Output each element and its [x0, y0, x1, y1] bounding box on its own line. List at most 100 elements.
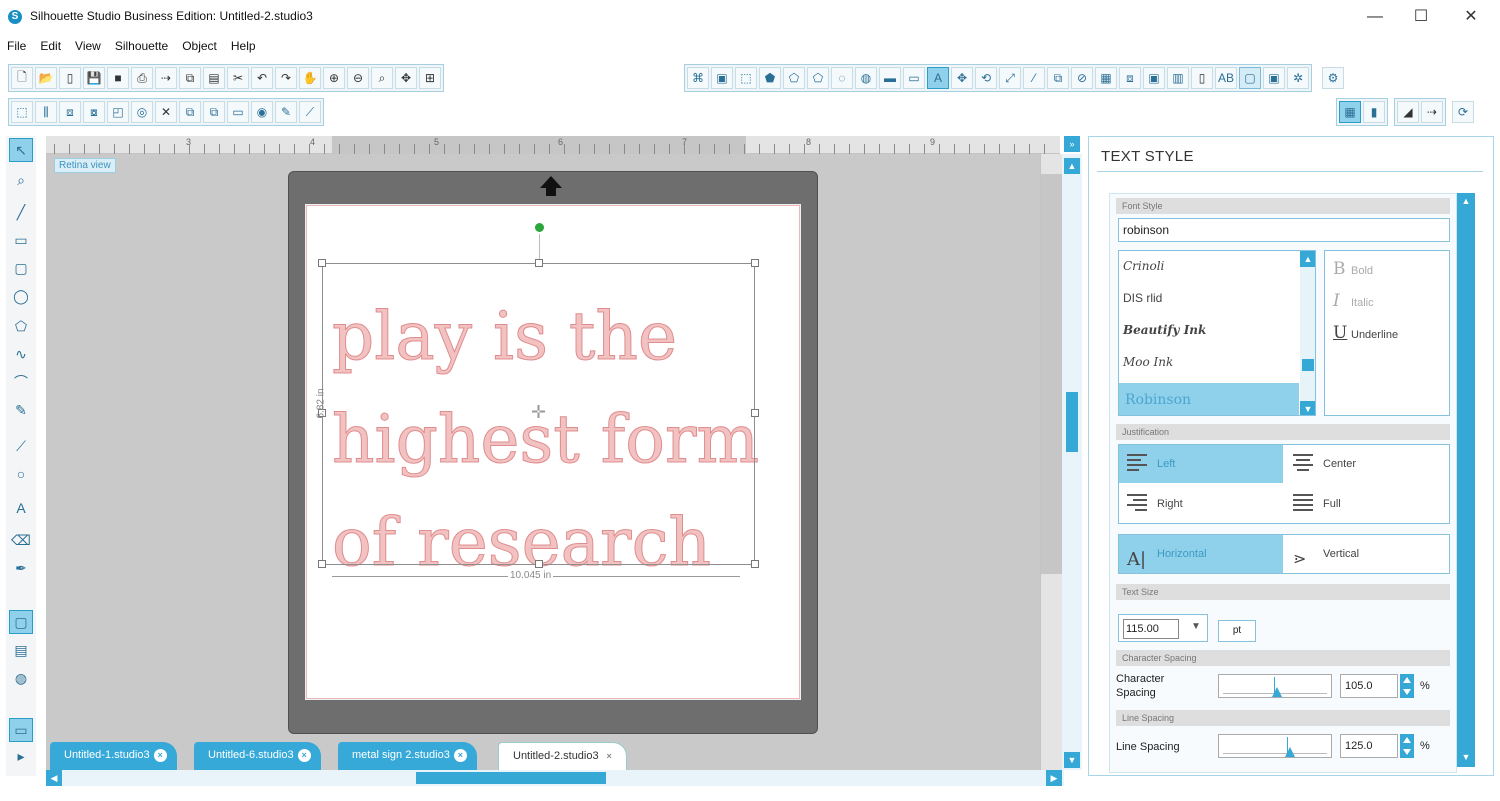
resize-handle-top-left[interactable] — [318, 259, 326, 267]
pattern-icon[interactable]: ⬠ — [807, 67, 829, 89]
rotation-handle[interactable] — [535, 223, 544, 232]
release-compound-icon[interactable]: ◎ — [131, 101, 153, 123]
tab-close-icon[interactable]: × — [153, 749, 167, 762]
line-color-icon[interactable]: ◌ — [831, 67, 853, 89]
rotate-icon[interactable]: ⟲ — [975, 67, 997, 89]
open-library-icon[interactable]: ▯ — [59, 67, 81, 89]
open-file-icon[interactable]: 📂 — [35, 67, 57, 89]
offset-icon[interactable]: ◉ — [251, 101, 273, 123]
registration-icon[interactable]: ⬚ — [735, 67, 757, 89]
vertical-scrollbar[interactable]: » ▲ ▼ — [1062, 136, 1082, 770]
resize-handle-top[interactable] — [535, 259, 543, 267]
resize-handle-top-right[interactable] — [751, 259, 759, 267]
character-spacing-field[interactable]: 105.0 — [1340, 674, 1398, 698]
menu-help[interactable]: Help — [224, 36, 263, 56]
zoom-out-icon[interactable]: ⊖ — [347, 67, 369, 89]
page-view-icon[interactable]: ▢ — [9, 610, 33, 634]
gradient-icon[interactable]: ⬠ — [783, 67, 805, 89]
circle-tool-icon[interactable]: ○ — [9, 462, 33, 486]
select-tool-icon[interactable]: ↖ — [9, 138, 33, 162]
font-icon[interactable]: AB — [1215, 67, 1237, 89]
justify-right-option[interactable]: Right — [1119, 485, 1283, 523]
view-mode-label[interactable]: Retina view — [54, 158, 116, 173]
menu-file[interactable]: File — [0, 36, 33, 56]
panel-collapse-icon[interactable]: » — [1064, 136, 1080, 152]
drag-zoom-icon[interactable]: ✥ — [395, 67, 417, 89]
curve-tool-icon[interactable]: ∿ — [9, 342, 33, 366]
trace-icon[interactable]: ✎ — [275, 101, 297, 123]
line-style-icon[interactable]: ◍ — [855, 67, 877, 89]
freehand-tool-icon[interactable]: ✎ — [9, 398, 33, 422]
gear-icon[interactable]: ⚙ — [1322, 67, 1344, 89]
panel-toggle-icon[interactable]: ▭ — [9, 718, 33, 742]
menu-silhouette[interactable]: Silhouette — [108, 36, 175, 56]
font-scroll-up-icon[interactable]: ▲ — [1300, 251, 1315, 267]
design-page-icon[interactable]: ⌘ — [687, 67, 709, 89]
rounded-rect-tool-icon[interactable]: ▢ — [9, 256, 33, 280]
horizontal-scrollbar[interactable]: ◀ ▶ — [46, 770, 1064, 786]
page-setup-icon[interactable]: ▣ — [711, 67, 733, 89]
tab-untitled-2[interactable]: Untitled-2.studio3 × — [498, 742, 627, 770]
line-tool-icon[interactable]: ╱ — [9, 200, 33, 224]
font-list[interactable]: Crinoli DIS rlid Beautify Ink Moo Ink Ro… — [1118, 250, 1316, 416]
compound-icon[interactable]: ◰ — [107, 101, 129, 123]
undo-icon[interactable]: ↶ — [251, 67, 273, 89]
offset-panel-icon[interactable]: ▦ — [1095, 67, 1117, 89]
copy-icon[interactable]: ⧉ — [179, 67, 201, 89]
tab-untitled-6[interactable]: Untitled-6.studio3 × — [194, 742, 321, 770]
send-icon[interactable]: ⇢ — [155, 67, 177, 89]
select-all-icon[interactable]: ⬚ — [11, 101, 33, 123]
store-tool-icon[interactable]: ◍ — [9, 666, 33, 690]
scroll-right-icon[interactable]: ▶ — [1046, 770, 1062, 786]
eraser-tool-icon[interactable]: ⌫ — [9, 528, 33, 552]
underline-option[interactable]: U Underline — [1333, 323, 1398, 343]
tab-close-icon[interactable]: × — [603, 750, 616, 763]
library-view-icon[interactable]: ▮ — [1363, 101, 1385, 123]
italic-option[interactable]: I Italic — [1333, 291, 1374, 311]
arc-tool-icon[interactable]: ⌒ — [9, 370, 33, 394]
move-icon[interactable]: ⁄ — [1023, 67, 1045, 89]
send-panel-icon[interactable]: ▣ — [1263, 67, 1285, 89]
font-list-item-selected[interactable]: Robinson — [1119, 383, 1299, 415]
slider-thumb[interactable] — [1285, 747, 1295, 757]
expand-panel-icon[interactable]: ▸ — [9, 744, 33, 768]
ungroup-icon[interactable]: ⧇ — [83, 101, 105, 123]
close-button[interactable]: ✕ — [1448, 4, 1494, 30]
nest-icon[interactable]: ▣ — [1143, 67, 1165, 89]
save-as-icon[interactable]: ■ — [107, 67, 129, 89]
point-edit-icon[interactable]: ⌕ — [9, 168, 33, 192]
scroll-left-icon[interactable]: ◀ — [46, 770, 62, 786]
store-icon[interactable]: ▢ — [1239, 67, 1261, 89]
knife-tool-icon[interactable]: ⟋ — [9, 434, 33, 458]
line-spacing-spinner[interactable] — [1400, 734, 1414, 758]
menu-view[interactable]: View — [68, 36, 108, 56]
redo-icon[interactable]: ↷ — [275, 67, 297, 89]
tab-metal-sign-2[interactable]: metal sign 2.studio3 × — [338, 742, 477, 770]
library-icon[interactable]: ▯ — [1191, 67, 1213, 89]
font-list-scrollbar[interactable]: ▲ ▼ — [1300, 251, 1315, 415]
minimize-button[interactable]: — — [1352, 4, 1398, 30]
print-icon[interactable]: ⎙ — [131, 67, 153, 89]
text-size-dropdown[interactable]: 115.00 ▼ — [1118, 614, 1208, 642]
font-search-input[interactable]: robinson — [1118, 218, 1450, 242]
resize-handle-right[interactable] — [751, 409, 759, 417]
replicate-icon[interactable]: ⧉ — [1047, 67, 1069, 89]
tab-close-icon[interactable]: × — [453, 749, 467, 762]
design-view-icon[interactable]: ▦ — [1339, 101, 1361, 123]
vertical-scroll-thumb[interactable] — [1066, 392, 1078, 452]
justify-left-option[interactable]: Left — [1119, 445, 1283, 483]
text-size-unit[interactable]: pt — [1218, 620, 1256, 642]
line-spacing-slider[interactable] — [1218, 734, 1332, 758]
send-backward-icon[interactable]: ⧉ — [203, 101, 225, 123]
modify-icon[interactable]: ⊘ — [1071, 67, 1093, 89]
resize-handle-bottom[interactable] — [535, 560, 543, 568]
ellipse-tool-icon[interactable]: ◯ — [9, 284, 33, 308]
font-scroll-down-icon[interactable]: ▼ — [1300, 401, 1315, 415]
panel-scroll-down-icon[interactable]: ▼ — [1458, 749, 1474, 765]
chevron-down-icon[interactable]: ▼ — [1191, 621, 1201, 632]
justify-full-option[interactable]: Full — [1285, 485, 1449, 523]
group-icon[interactable]: ⧈ — [59, 101, 81, 123]
font-list-item[interactable]: Beautify Ink — [1123, 315, 1206, 345]
settings-panel-icon[interactable]: ✲ — [1287, 67, 1309, 89]
send-to-silhouette-icon[interactable]: ⇢ — [1421, 101, 1443, 123]
